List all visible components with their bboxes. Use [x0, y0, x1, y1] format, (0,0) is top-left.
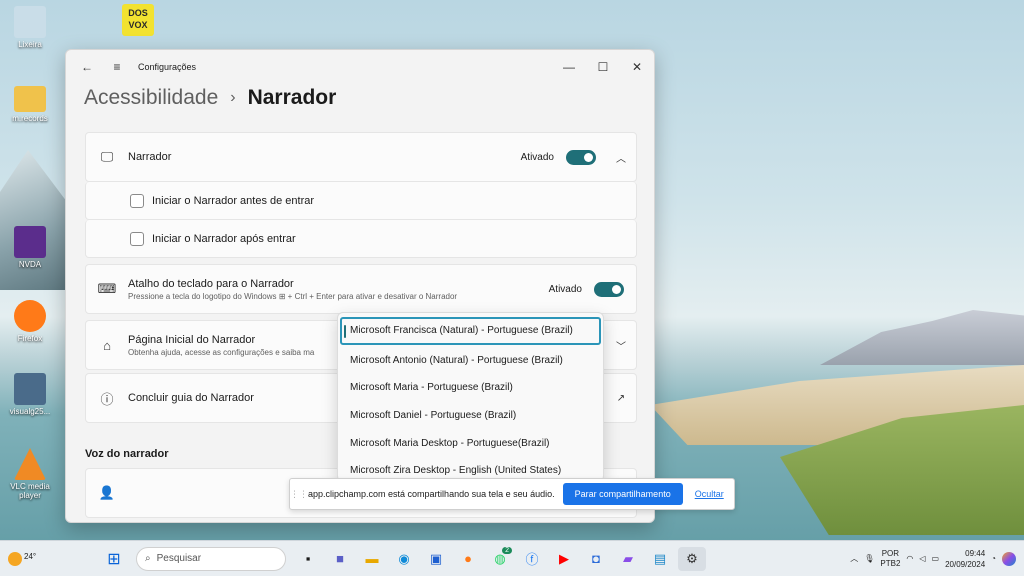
shortcut-toggle[interactable] [594, 281, 624, 297]
microphone-icon[interactable]: 🎙 [864, 554, 874, 563]
chevron-up-tray-icon[interactable]: ︿ [850, 553, 858, 564]
desktop-icon-vlc[interactable]: VLC media player [0, 448, 60, 500]
drag-handle-icon[interactable]: ⋮⋮ [290, 489, 308, 500]
hamburger-menu-icon[interactable]: ≡ [106, 56, 128, 78]
shortcut-state: Ativado [548, 283, 582, 295]
keyboard-icon: ⌨ [97, 281, 117, 296]
before-login-row[interactable]: Iniciar o Narrador antes de entrar [85, 182, 637, 220]
firefox-icon [14, 300, 46, 332]
breadcrumb-separator: › [230, 89, 236, 106]
maximize-button[interactable]: ☐ [586, 55, 620, 79]
desktop-wallpaper-mountain [820, 310, 1024, 365]
volume-icon[interactable]: ◁ [919, 554, 925, 563]
narrador-label: Narrador [128, 151, 172, 163]
minimize-button[interactable]: — [552, 55, 586, 79]
app-title: Configurações [138, 62, 197, 72]
firefox-taskbar-icon[interactable]: ● [454, 547, 482, 571]
search-icon: ⌕ [145, 553, 151, 564]
start-windows-icon[interactable]: ⊞ [100, 547, 128, 571]
breadcrumb: Acessibilidade › Narrador [84, 86, 336, 110]
folder-icon [14, 86, 46, 112]
store-icon[interactable]: ▣ [422, 547, 450, 571]
narrador-toggle[interactable] [566, 149, 596, 165]
voice-option[interactable]: Microsoft Francisca (Natural) - Portugue… [340, 317, 601, 345]
help-icon: ⓘ [100, 391, 114, 407]
voice-option[interactable]: Microsoft Antonio (Natural) - Portuguese… [338, 347, 603, 375]
desktop-icon-folder[interactable]: m.records [0, 82, 60, 123]
edge-icon[interactable]: ◉ [390, 547, 418, 571]
app-icon[interactable]: ◘ [582, 547, 610, 571]
whatsapp-icon[interactable]: ◍ 2 [486, 546, 514, 571]
task-view-icon[interactable]: ▪ [294, 547, 322, 571]
narrador-card[interactable]: 🖵 Narrador Ativado ︿ [85, 132, 637, 182]
clock[interactable]: 09:44 20/09/2024 [945, 548, 985, 570]
notification-bell-icon[interactable]: ◔ [991, 554, 996, 563]
home-icon: ⌂ [103, 337, 111, 353]
chevron-down-icon[interactable]: ﹀ [606, 338, 636, 353]
dosvox-icon: DOS VOX [122, 4, 154, 36]
screen-share-bar: ⋮⋮ app.clipchamp.com está compartilhando… [289, 478, 735, 510]
battery-icon[interactable]: ▭ [932, 554, 940, 563]
clock-date: 20/09/2024 [945, 559, 986, 569]
voice-option[interactable]: Microsoft Maria Desktop - Portuguese(Bra… [338, 429, 603, 457]
voice-section-title: Voz do narrador [85, 448, 169, 460]
computer-icon [14, 373, 46, 405]
person-icon: 👤 [98, 485, 116, 500]
voice-option[interactable]: Microsoft Daniel - Portuguese (Brazil) [338, 402, 603, 430]
system-tray: ︿ 🎙 POR PTB2 ◠ ◁ ▭ 09:44 20/09/2024 ◔ [850, 548, 1024, 570]
shortcut-card[interactable]: ⌨ Atalho do teclado para o Narrador Pres… [85, 264, 637, 314]
shortcut-label: Atalho do teclado para o Narrador [128, 277, 294, 290]
after-login-checkbox[interactable] [130, 231, 144, 246]
desktop-icon-dosvox[interactable]: DOS VOX [108, 4, 168, 38]
voice-dropdown[interactable]: Microsoft Francisca (Natural) - Portugue… [337, 312, 604, 482]
file-explorer-icon[interactable]: ▬ [358, 547, 386, 571]
after-login-row[interactable]: Iniciar o Narrador após entrar [85, 220, 637, 258]
copilot-icon[interactable] [1002, 551, 1016, 566]
back-arrow-icon[interactable]: ← [76, 56, 98, 78]
teams-icon[interactable]: ■ [326, 547, 354, 571]
after-login-label: Iniciar o Narrador após entrar [152, 232, 296, 245]
youtube-icon[interactable]: ▶ [550, 547, 578, 571]
before-login-label: Iniciar o Narrador antes de entrar [152, 194, 315, 207]
vlc-cone-icon [14, 448, 46, 480]
settings-gear-icon[interactable]: ⚙ [678, 546, 706, 571]
wifi-icon[interactable]: ◠ [906, 554, 913, 563]
desktop-icon-recycle-bin[interactable]: Lixeira [0, 6, 60, 49]
search-box[interactable]: ⌕ Pesquisar [136, 546, 286, 571]
narrator-icon: 🖵 [100, 149, 114, 164]
voice-option[interactable]: Microsoft Maria - Portuguese (Brazil) [338, 374, 603, 402]
search-placeholder: Pesquisar [156, 553, 202, 564]
desktop-icon-visualg[interactable]: visualg25... [0, 373, 60, 416]
recycle-bin-icon [14, 6, 46, 38]
desktop-wallpaper-hills [0, 150, 70, 290]
narrador-state: Ativado [520, 151, 554, 163]
facebook-icon[interactable]: ⓕ [518, 547, 546, 571]
desktop-icon-nvda[interactable]: NVDA [0, 226, 60, 269]
photos-icon[interactable]: ▤ [646, 547, 674, 571]
before-login-checkbox[interactable] [130, 193, 144, 208]
whatsapp-badge: 2 [502, 546, 512, 554]
title-bar: ← ≡ Configurações — ☐ ✕ [66, 50, 654, 84]
shortcut-description: Pressione a tecla do logotipo do Windows… [128, 291, 458, 301]
weather-temp: 24° [24, 551, 37, 561]
taskbar: 24° ⊞ ⌕ Pesquisar ▪ ■ ▬ ◉ ▣ ● ◍ 2 ⓕ ▶ ◘ … [0, 540, 1024, 576]
clipchamp-icon[interactable]: ▰ [614, 547, 642, 571]
weather-widget[interactable]: 24° [8, 551, 48, 566]
breadcrumb-parent[interactable]: Acessibilidade [84, 86, 218, 110]
clock-time: 09:44 [965, 548, 986, 558]
external-link-icon[interactable]: ↗ [606, 393, 636, 404]
hide-link[interactable]: Ocultar [695, 489, 724, 499]
close-button[interactable]: ✕ [620, 55, 654, 79]
share-message: app.clipchamp.com está compartilhando su… [308, 489, 555, 499]
input-language[interactable]: POR PTB2 [880, 549, 900, 569]
sun-icon [8, 551, 22, 566]
stop-sharing-button[interactable]: Parar compartilhamento [562, 483, 683, 505]
nvda-icon [14, 226, 46, 258]
page-title: Narrador [247, 86, 337, 109]
chevron-up-icon[interactable]: ︿ [606, 150, 636, 165]
desktop-icon-firefox[interactable]: Firefox [0, 300, 60, 343]
